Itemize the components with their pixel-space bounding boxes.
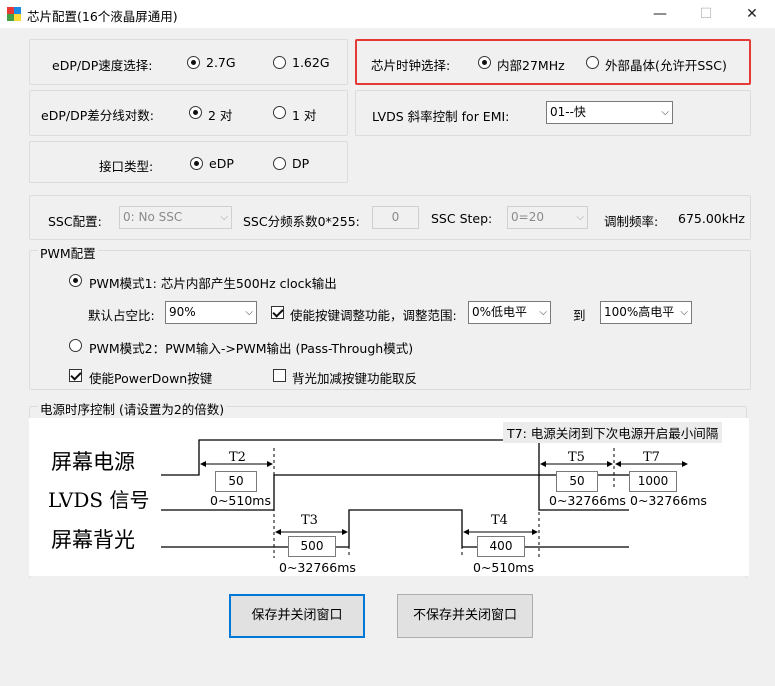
ssc-freq-label: 调制频率: (604, 214, 659, 229)
timing-diagram: T7: 电源关闭到下次电源开启最小间隔 屏幕电源 LVDS 信号 屏幕背光 T2… (29, 418, 749, 576)
signal-label-lvds: LVDS 信号 (48, 488, 150, 512)
chip-clock-option-external[interactable]: 外部晶体(允许开SSC) (605, 55, 727, 74)
invert-checkbox[interactable] (273, 369, 286, 382)
pwm-duty-label: 默认占空比: (88, 308, 155, 323)
invert-label[interactable]: 背光加减按键功能取反 (292, 368, 417, 387)
lvds-slew-select[interactable]: 01--快 ⌵ (546, 101, 673, 124)
save-close-button[interactable]: 保存并关闭窗口 (229, 594, 365, 638)
close-button[interactable]: ✕ (729, 0, 775, 28)
interface-label: 接口类型: (99, 159, 154, 174)
sequence-note: T7: 电源关闭到下次电源开启最小间隔 (503, 422, 723, 443)
chip-clock-label: 芯片时钟选择: (371, 58, 451, 73)
interface-option-edp[interactable]: eDP (209, 156, 234, 171)
pwm-range-low-value: 0%低电平 (472, 305, 528, 319)
chip-clock-option-internal[interactable]: 内部27MHz (497, 55, 565, 74)
pwm-group: PWM配置 PWM模式1: 芯片内部产生500Hz clock输出 默认占空比:… (29, 243, 751, 390)
t4-name: T4 (491, 513, 508, 528)
lanes-option-1[interactable]: 1 对 (292, 105, 316, 124)
ssc-config-select[interactable]: 0: No SSC ⌵ (119, 206, 232, 229)
app-icon (7, 7, 21, 21)
lanes-radio-1[interactable] (273, 106, 286, 119)
minimize-button[interactable]: — (637, 0, 683, 28)
pwm-mode2-radio[interactable] (69, 339, 82, 352)
t3-name: T3 (301, 513, 318, 528)
pwm-duty-select[interactable]: 90% ⌵ (165, 301, 257, 324)
pwm-mode2-label[interactable]: PWM模式2：PWM输入->PWM输出 (Pass-Through模式) (89, 338, 413, 357)
lvds-slew-label: LVDS 斜率控制 for EMI: (372, 109, 510, 124)
edp-speed-option-1-62g[interactable]: 1.62G (292, 55, 330, 70)
interface-option-dp[interactable]: DP (292, 156, 309, 171)
chevron-down-icon: ⌵ (539, 307, 547, 318)
edp-speed-radio-1-62g[interactable] (273, 56, 286, 69)
pwm-mode1-radio[interactable] (69, 274, 82, 287)
title-bar: 芯片配置(16个液晶屏通用) — ☐ ✕ (0, 0, 775, 28)
t5-name: T5 (568, 450, 585, 465)
ssc-div-label: SSC分频系数0*255: (243, 214, 360, 229)
chevron-down-icon: ⌵ (661, 107, 669, 118)
pwm-keyadj-checkbox[interactable] (271, 306, 284, 319)
t2-range: 0~510ms (210, 493, 271, 508)
powerdown-label[interactable]: 使能PowerDown按键 (89, 368, 212, 387)
t3-range: 0~32766ms (279, 560, 356, 575)
lanes-label: eDP/DP差分线对数: (41, 108, 154, 123)
signal-label-backlight: 屏幕背光 (51, 528, 135, 552)
pwm-group-title: PWM配置 (38, 243, 98, 262)
interface-radio-dp[interactable] (273, 157, 286, 170)
t7-range: 0~32766ms (630, 493, 707, 508)
window-title: 芯片配置(16个液晶屏通用) (27, 9, 178, 24)
pwm-range-high-select[interactable]: 100%高电平 ⌵ (600, 301, 692, 324)
edp-speed-label: eDP/DP速度选择: (52, 58, 153, 73)
edp-speed-option-2-7g[interactable]: 2.7G (206, 55, 236, 70)
ssc-step-label: SSC Step: (431, 211, 493, 226)
signal-label-power: 屏幕电源 (51, 450, 135, 474)
ssc-config-label: SSC配置: (48, 214, 102, 229)
t4-input[interactable]: 400 (477, 536, 525, 557)
interface-radio-edp[interactable] (190, 157, 203, 170)
sequence-group-title: 电源时序控制 (请设置为2的倍数) (38, 399, 227, 418)
lanes-group: eDP/DP差分线对数: 2 对 1 对 (29, 90, 348, 136)
t2-name: T2 (229, 450, 246, 465)
chevron-down-icon: ⌵ (245, 307, 253, 318)
t4-range: 0~510ms (473, 560, 534, 575)
maximize-button[interactable]: ☐ (683, 0, 729, 28)
edp-speed-radio-2-7g[interactable] (187, 56, 200, 69)
chevron-down-icon: ⌵ (680, 307, 688, 318)
chip-clock-group: 芯片时钟选择: 内部27MHz 外部晶体(允许开SSC) (355, 39, 751, 85)
ssc-group: SSC配置: 0: No SSC ⌵ SSC分频系数0*255: 0 SSC S… (29, 195, 751, 240)
pwm-range-high-value: 100%高电平 (604, 305, 675, 319)
lanes-option-2[interactable]: 2 对 (208, 105, 232, 124)
ssc-config-value: 0: No SSC (123, 210, 183, 224)
edp-speed-group: eDP/DP速度选择: 2.7G 1.62G (29, 39, 348, 85)
pwm-range-to-label: 到 (573, 308, 586, 323)
interface-group: 接口类型: eDP DP (29, 141, 348, 183)
lanes-radio-2[interactable] (189, 106, 202, 119)
chevron-down-icon: ⌵ (220, 212, 228, 223)
t7-name: T7 (643, 450, 660, 465)
powerdown-checkbox[interactable] (69, 369, 82, 382)
t5-range: 0~32766ms (549, 493, 626, 508)
ssc-step-value: 0=20 (511, 210, 544, 224)
t7-input[interactable]: 1000 (629, 471, 677, 492)
pwm-mode1-label[interactable]: PWM模式1: 芯片内部产生500Hz clock输出 (89, 273, 337, 292)
pwm-keyadj-label[interactable]: 使能按键调整功能，调整范围: (290, 305, 457, 324)
t2-input[interactable]: 50 (215, 471, 257, 492)
nosave-close-button[interactable]: 不保存并关闭窗口 (397, 594, 533, 638)
pwm-range-low-select[interactable]: 0%低电平 ⌵ (468, 301, 551, 324)
lvds-slew-value: 01--快 (550, 105, 586, 119)
chip-clock-radio-external[interactable] (586, 56, 599, 69)
pwm-duty-value: 90% (169, 305, 196, 319)
t3-input[interactable]: 500 (288, 536, 336, 557)
lvds-slew-group: LVDS 斜率控制 for EMI: 01--快 ⌵ (355, 90, 751, 136)
ssc-freq-value: 675.00kHz (678, 211, 745, 226)
t5-input[interactable]: 50 (556, 471, 598, 492)
ssc-div-input[interactable]: 0 (372, 206, 419, 229)
chip-config-window: 芯片配置(16个液晶屏通用) — ☐ ✕ eDP/DP速度选择: 2.7G 1.… (0, 0, 775, 686)
chevron-down-icon: ⌵ (576, 212, 584, 223)
ssc-step-select[interactable]: 0=20 ⌵ (507, 206, 588, 229)
chip-clock-radio-internal[interactable] (478, 56, 491, 69)
